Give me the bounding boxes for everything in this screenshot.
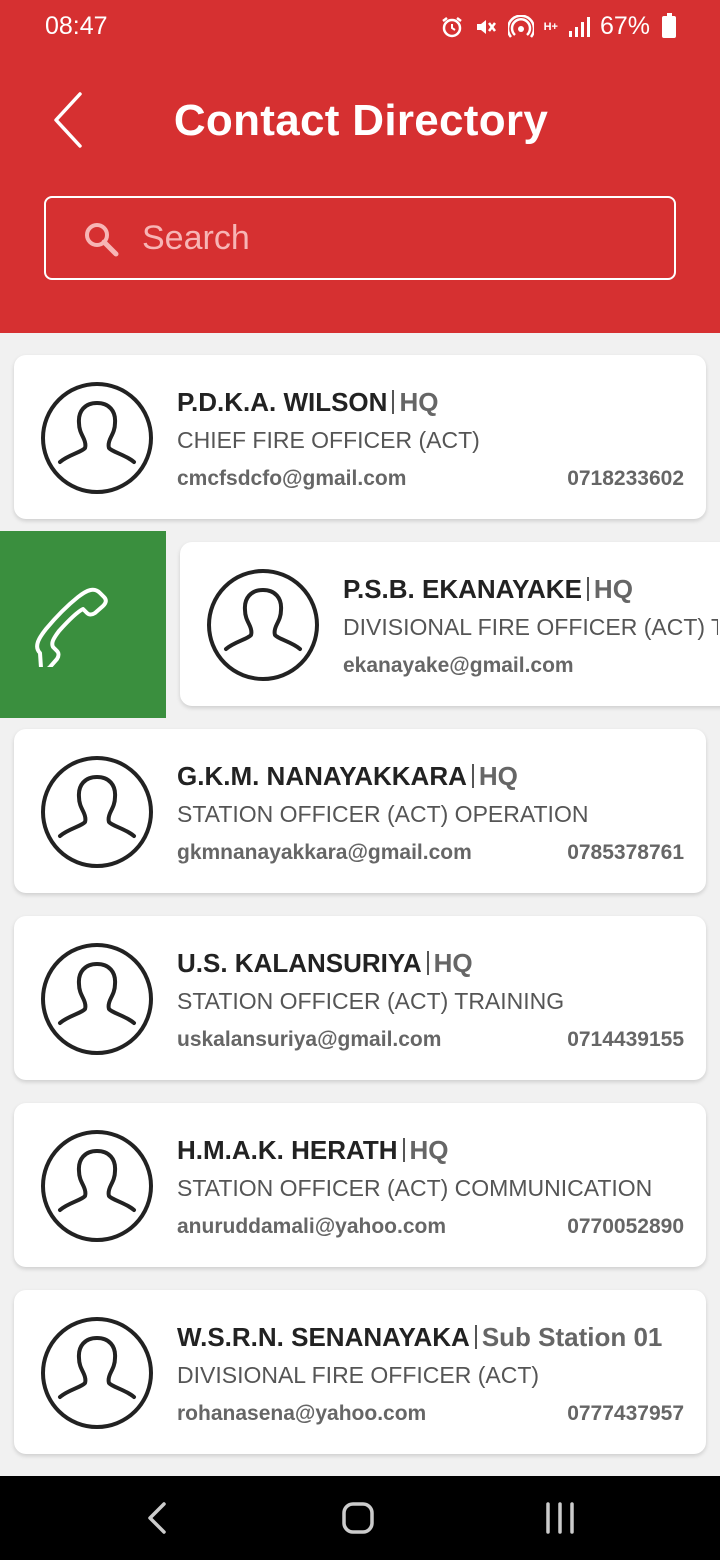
avatar-icon (41, 943, 153, 1055)
search-box[interactable] (44, 196, 676, 280)
battery-icon (662, 12, 676, 38)
status-bar: 08:47 H+ 67% (0, 0, 720, 56)
contact-name-line: U.S. KALANSURIYA HQ (177, 948, 473, 979)
home-nav-icon[interactable] (336, 1496, 380, 1540)
contact-name-line: P.S.B. EKANAYAKE HQ (343, 574, 633, 605)
contact-position: CHIEF FIRE OFFICER (ACT) (177, 427, 480, 453)
contact-position: DIVISIONAL FIRE OFFICER (ACT) TRAINING (343, 614, 718, 640)
status-time: 08:47 (45, 12, 108, 40)
contact-station: HQ (433, 948, 473, 978)
contact-station: HQ (399, 387, 439, 417)
avatar-icon (41, 756, 153, 868)
avatar-icon (41, 1317, 153, 1429)
contact-email[interactable]: anuruddamali@yahoo.com (177, 1215, 446, 1239)
contact-position: DIVISIONAL FIRE OFFICER (ACT) (177, 1362, 540, 1388)
contact-card[interactable]: P.D.K.A. WILSON HQ CHIEF FIRE OFFICER (AC… (14, 355, 706, 519)
contact-station: HQ (593, 574, 633, 604)
hotspot-icon (507, 14, 534, 38)
contact-card[interactable]: H.M.A.K. HERATH HQ STATION OFFICER (ACT) … (14, 1103, 706, 1267)
battery-percent: 67% (599, 12, 650, 40)
contact-position: STATION OFFICER (ACT) OPERATION (177, 801, 589, 827)
contact-name: G.K.M. NANAYAKKARA (177, 761, 467, 791)
app-header: 08:47 H+ 67% Contact Directory (0, 0, 720, 333)
contact-card[interactable]: G.K.M. NANAYAKKARA HQ STATION OFFICER (AC… (14, 729, 706, 893)
contact-name: P.D.K.A. WILSON (177, 387, 388, 417)
avatar-icon (207, 569, 319, 681)
contact-name-line: W.S.R.N. SENANAYAKA Sub Station 01 (177, 1322, 662, 1353)
avatar-icon (41, 382, 153, 494)
contact-email[interactable]: cmcfsdcfo@gmail.com (177, 467, 406, 491)
contact-email[interactable]: rohanasena@yahoo.com (177, 1402, 426, 1426)
navigation-bar (0, 1476, 720, 1560)
alarm-icon (441, 16, 462, 37)
search-icon (85, 223, 119, 257)
contact-name-line: P.D.K.A. WILSON HQ (177, 387, 438, 418)
contact-email[interactable]: gkmnanayakkara@gmail.com (177, 841, 472, 865)
search-input[interactable] (142, 212, 642, 264)
separator (471, 764, 474, 788)
contact-position: STATION OFFICER (ACT) TRAINING (177, 988, 565, 1014)
recents-nav-icon[interactable] (538, 1496, 582, 1540)
back-nav-icon[interactable] (136, 1496, 180, 1540)
signal-icon (568, 16, 590, 37)
contact-phone[interactable]: 0718233602 (567, 467, 684, 491)
page-title: Contact Directory (173, 96, 549, 145)
separator (392, 390, 395, 414)
contact-name-line: G.K.M. NANAYAKKARA HQ (177, 761, 518, 792)
status-icons: H+ 67% (440, 12, 676, 41)
separator (586, 577, 589, 601)
contact-name-line: H.M.A.K. HERATH HQ (177, 1135, 449, 1166)
separator (402, 1138, 405, 1162)
contact-phone[interactable]: 0714439155 (567, 1028, 684, 1052)
contact-name: P.S.B. EKANAYAKE (343, 574, 582, 604)
contact-station: HQ (409, 1135, 449, 1165)
avatar-icon (41, 1130, 153, 1242)
mute-icon (476, 19, 496, 34)
contact-card[interactable]: U.S. KALANSURIYA HQ STATION OFFICER (ACT)… (14, 916, 706, 1080)
network-type: H+ (543, 20, 558, 33)
contact-phone[interactable]: 0785378761 (567, 841, 684, 865)
contact-phone[interactable]: 0770052890 (567, 1215, 684, 1239)
contact-phone[interactable]: 0777437957 (567, 1402, 684, 1426)
contact-name: W.S.R.N. SENANAYAKA (177, 1322, 470, 1352)
contact-card[interactable]: P.S.B. EKANAYAKE HQ DIVISIONAL FIRE OFFIC… (180, 542, 720, 706)
separator (426, 951, 429, 975)
contact-position: STATION OFFICER (ACT) COMMUNICATION (177, 1175, 653, 1201)
contact-station: Sub Station 01 (481, 1322, 663, 1352)
contact-station: HQ (478, 761, 518, 791)
contact-card[interactable]: W.S.R.N. SENANAYAKA Sub Station 01 DIVISI… (14, 1290, 706, 1454)
contact-name: H.M.A.K. HERATH (177, 1135, 398, 1165)
contact-email[interactable]: uskalansuriya@gmail.com (177, 1028, 441, 1052)
separator (474, 1325, 477, 1349)
contact-name: U.S. KALANSURIYA (177, 948, 422, 978)
phone-icon (35, 587, 108, 667)
call-action-button[interactable] (0, 531, 166, 718)
contact-email[interactable]: ekanayake@gmail.com (343, 654, 574, 678)
